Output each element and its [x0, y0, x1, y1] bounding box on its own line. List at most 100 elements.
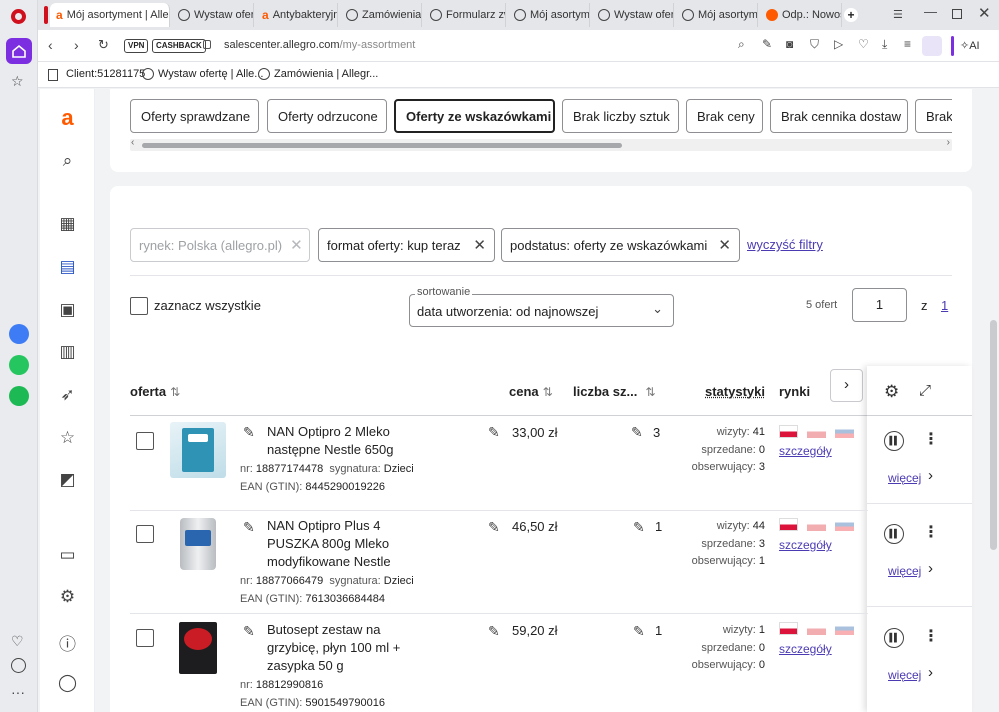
bookmark-0[interactable]: Client:51281175: [66, 68, 145, 80]
menu-icon[interactable]: ≡: [904, 37, 911, 51]
settings-gear-icon[interactable]: ⚙: [884, 382, 899, 402]
messages-icon[interactable]: ▭: [40, 545, 95, 565]
row-checkbox[interactable]: [136, 525, 154, 543]
tab-6[interactable]: Wystaw ofertę: [592, 3, 674, 27]
chip-no-price[interactable]: Brak ceny: [686, 99, 763, 133]
filter-market[interactable]: rynek: Polska (allegro.pl) ✕: [130, 228, 310, 262]
kebab-menu-icon[interactable]: ⋮: [923, 429, 939, 449]
edit-title-pencil-icon[interactable]: ✎: [243, 424, 255, 441]
chip-no-quantity[interactable]: Brak liczby sztuk: [562, 99, 679, 133]
close-icon[interactable]: ✕: [290, 236, 303, 254]
column-stats[interactable]: statystyki: [705, 384, 765, 399]
bookmarks-folder-icon[interactable]: [48, 69, 58, 81]
more-link[interactable]: więcej: [888, 471, 921, 485]
chip-rejected[interactable]: Oferty odrzucone: [267, 99, 387, 133]
account-icon[interactable]: ◯: [40, 673, 95, 693]
home-icon[interactable]: [6, 38, 32, 64]
sort-select[interactable]: sortowanie data utworzenia: od najnowsze…: [409, 286, 674, 327]
scroll-left-icon[interactable]: ‹: [131, 137, 134, 148]
search-icon[interactable]: ⌕: [738, 37, 745, 52]
tab-0[interactable]: a Mój asortyment | Allegr: [50, 3, 170, 27]
tab-2[interactable]: a Antybakteryjny: [256, 3, 338, 27]
more-link[interactable]: więcej: [888, 564, 921, 578]
pause-icon[interactable]: ▌▌: [884, 524, 904, 544]
returns-icon[interactable]: ▥: [40, 342, 95, 362]
reload-icon[interactable]: ↻: [98, 37, 109, 53]
product-image[interactable]: [170, 516, 226, 572]
bookmark-2[interactable]: Zamówienia | Allegr...: [258, 68, 378, 80]
edit-title-pencil-icon[interactable]: ✎: [243, 623, 255, 640]
edit-price-pencil-icon[interactable]: ✎: [488, 519, 500, 536]
heart-icon[interactable]: ♡: [858, 37, 869, 51]
minimize-icon[interactable]: —: [924, 4, 937, 19]
pause-icon[interactable]: ▌▌: [884, 431, 904, 451]
forward-icon[interactable]: ›: [74, 37, 79, 53]
tab-8[interactable]: Odp.: Nowość: [760, 3, 842, 27]
column-quantity[interactable]: liczba sz... ⇅: [573, 384, 655, 399]
assortment-icon[interactable]: ▤: [40, 257, 95, 277]
restore-icon[interactable]: [952, 9, 962, 19]
star-icon[interactable]: ☆: [11, 73, 24, 90]
edit-title-pencil-icon[interactable]: ✎: [243, 519, 255, 536]
row-checkbox[interactable]: [136, 432, 154, 450]
send-icon[interactable]: ▷: [834, 37, 843, 51]
chip-more[interactable]: Brak: [915, 99, 952, 133]
edit-quantity-pencil-icon[interactable]: ✎: [633, 519, 645, 536]
edit-quantity-pencil-icon[interactable]: ✎: [633, 623, 645, 640]
close-icon[interactable]: ✕: [718, 236, 731, 254]
tab-7[interactable]: Mój asortyme: [676, 3, 758, 27]
page-scrollbar-thumb[interactable]: [990, 320, 997, 550]
expand-icon[interactable]: ⤢: [919, 382, 931, 399]
rating-star-icon[interactable]: ☆: [40, 428, 95, 448]
edit-price-pencil-icon[interactable]: ✎: [488, 424, 500, 441]
tab-1[interactable]: Wystaw ofertę: [172, 3, 254, 27]
search-icon[interactable]: ⌕: [40, 151, 95, 171]
select-all-checkbox[interactable]: [130, 297, 148, 315]
kebab-menu-icon[interactable]: ⋮: [923, 626, 939, 646]
details-link[interactable]: szczegóły: [779, 538, 832, 552]
offer-title[interactable]: NAN Optipro 2 Mleko następne Nestle 650g: [267, 423, 467, 459]
new-tab-icon[interactable]: +: [844, 8, 858, 22]
shield-icon[interactable]: ⛉: [810, 37, 819, 52]
close-icon[interactable]: ✕: [473, 236, 486, 254]
page-input[interactable]: 1: [852, 288, 907, 322]
tab-4[interactable]: Formularz zwr: [424, 3, 506, 27]
scroll-columns-button[interactable]: ›: [830, 369, 863, 402]
offer-title[interactable]: NAN Optipro Plus 4 PUSZKA 800g Mleko modyf…: [267, 517, 467, 571]
heart-icon[interactable]: ♡: [11, 633, 24, 650]
close-window-icon[interactable]: ✕: [978, 4, 991, 22]
bookmark-1[interactable]: Wystaw ofertę | Alle...: [142, 68, 263, 80]
tab-5[interactable]: Mój asortyme: [508, 3, 590, 27]
orders-icon[interactable]: ▣: [40, 300, 95, 320]
chip-no-shipping-rates[interactable]: Brak cennika dostaw: [770, 99, 908, 133]
details-link[interactable]: szczegóły: [779, 444, 832, 458]
history-icon[interactable]: [11, 658, 26, 673]
edit-price-pencil-icon[interactable]: ✎: [488, 623, 500, 640]
edit-quantity-pencil-icon[interactable]: ✎: [631, 424, 643, 441]
ai-button[interactable]: ✧AI: [960, 39, 980, 52]
messenger-icon[interactable]: [9, 324, 29, 344]
edit-icon[interactable]: ✎: [762, 37, 772, 51]
back-icon[interactable]: ‹: [48, 37, 53, 53]
more-options-icon[interactable]: ···: [11, 684, 25, 700]
scroll-right-icon[interactable]: ›: [947, 137, 950, 148]
chip-checked[interactable]: Oferty sprawdzane: [130, 99, 259, 133]
column-offer[interactable]: oferta ⇅: [130, 384, 180, 399]
download-icon[interactable]: ⤓: [882, 37, 887, 52]
tab-3[interactable]: Zamówienia |: [340, 3, 422, 27]
column-price[interactable]: cena ⇅: [509, 384, 553, 399]
filter-substatus[interactable]: podstatus: oferty ze wskazówkami ✕: [501, 228, 740, 262]
whatsapp-icon[interactable]: [9, 355, 29, 375]
clear-filters-link[interactable]: wyczyść filtry: [747, 237, 823, 252]
spotify-icon[interactable]: [9, 386, 29, 406]
kebab-menu-icon[interactable]: ⋮: [923, 522, 939, 542]
profile-icon[interactable]: [922, 36, 942, 56]
details-link[interactable]: szczegóły: [779, 642, 832, 656]
dashboard-icon[interactable]: ▦: [40, 214, 95, 234]
last-page-link[interactable]: 1: [941, 298, 948, 313]
product-image[interactable]: [170, 620, 226, 676]
lock-icon[interactable]: [203, 40, 211, 49]
stats-chart-icon[interactable]: ◩: [40, 470, 95, 490]
marketing-rocket-icon[interactable]: ➶: [40, 385, 95, 405]
chips-horizontal-scrollbar[interactable]: ‹ ›: [130, 137, 952, 151]
